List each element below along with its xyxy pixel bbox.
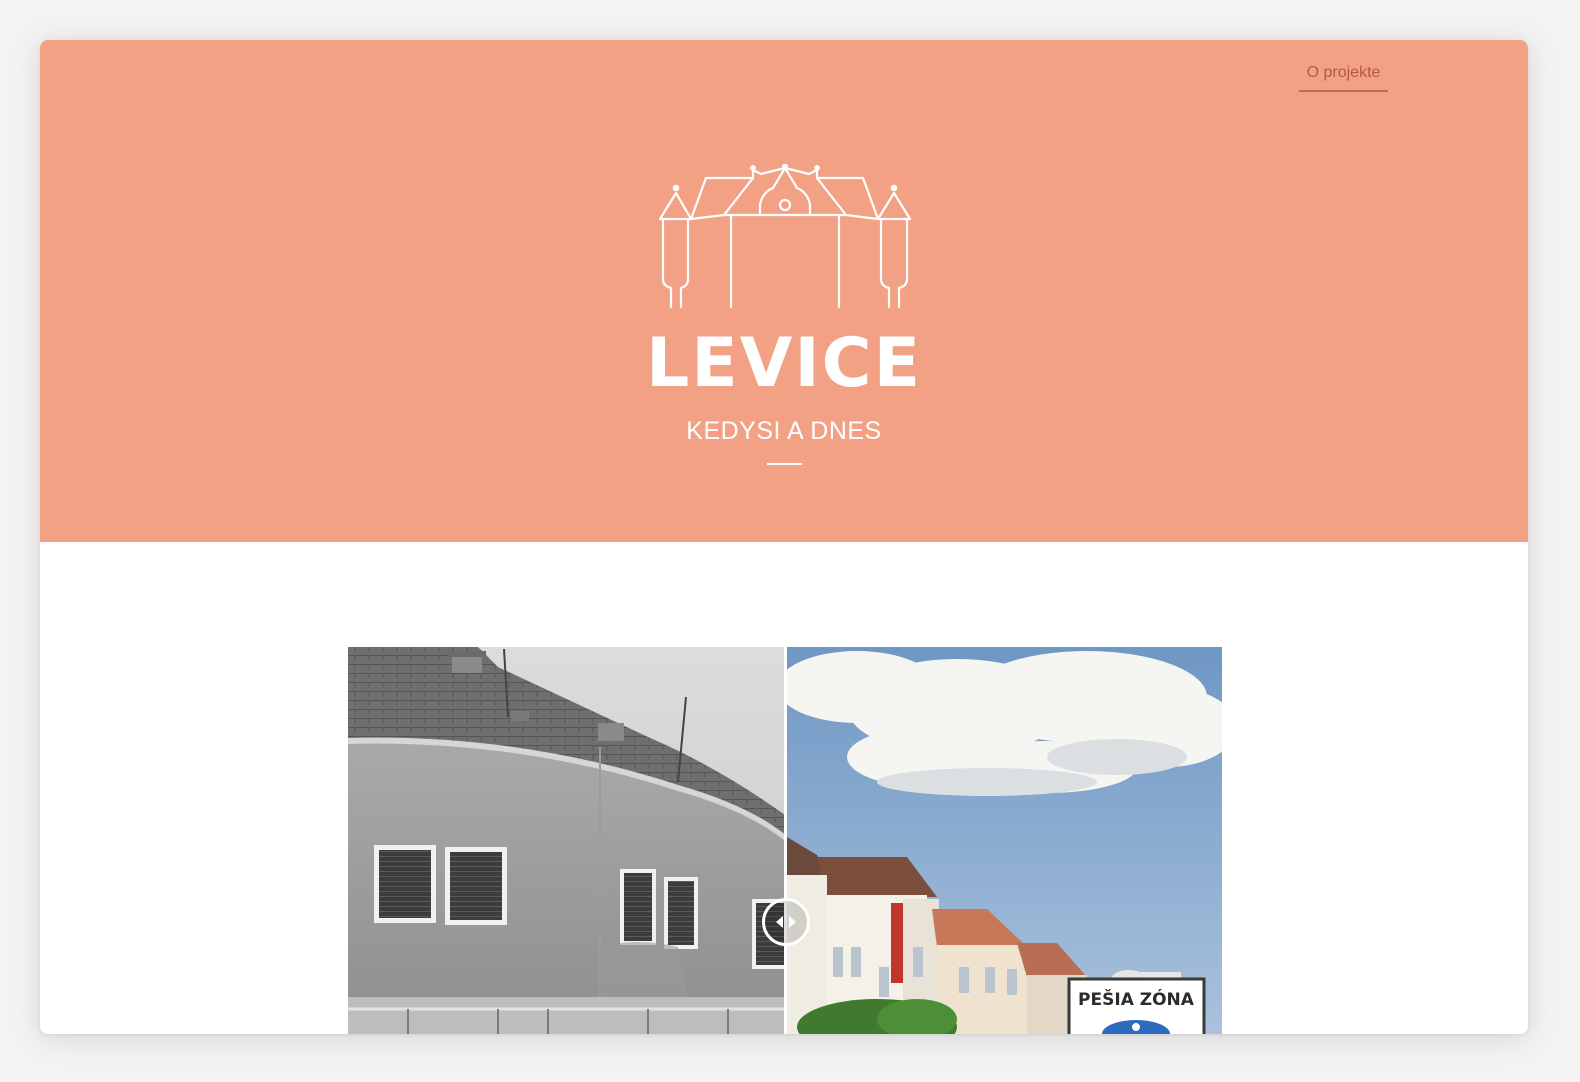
- comparison-slider-handle[interactable]: [762, 898, 810, 946]
- castle-icon: [658, 164, 912, 309]
- comparison-divider[interactable]: [784, 647, 787, 1034]
- sign-text: PEŠIA ZÓNA: [1078, 988, 1195, 1010]
- site-title: LEVICE: [645, 324, 923, 403]
- about-project-link[interactable]: O projekte: [1299, 64, 1388, 92]
- before-photo: [348, 647, 785, 1034]
- hero-header: O projekte LEVICE KEDYSI A DNES: [40, 40, 1528, 542]
- after-photo: PEŠIA ZÓNA: [787, 647, 1222, 1034]
- browser-viewport: O projekte LEVICE KEDYSI A DNES PEŠIA ZÓ…: [40, 40, 1528, 1034]
- left-right-arrows-icon: [776, 916, 796, 928]
- before-after-comparison[interactable]: PEŠIA ZÓNA: [348, 647, 1222, 1034]
- site-subtitle: KEDYSI A DNES: [686, 417, 882, 445]
- title-divider: [767, 463, 802, 465]
